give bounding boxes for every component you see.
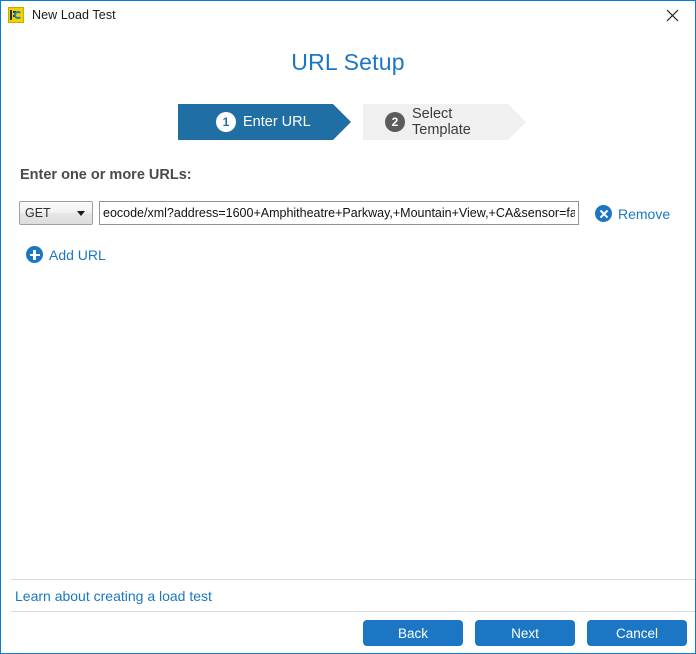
step-chevron-icon — [508, 104, 526, 140]
step-select-template[interactable]: 2 Select Template — [363, 104, 526, 140]
urls-field-label: Enter one or more URLs: — [20, 167, 192, 183]
step-label-enter-url: Enter URL — [243, 114, 311, 130]
step-number-1: 1 — [216, 112, 236, 132]
chevron-down-icon — [77, 211, 85, 216]
close-button[interactable] — [650, 1, 695, 29]
step-label-select-template: Select Template — [412, 106, 471, 138]
close-circle-icon — [595, 205, 612, 222]
step-enter-url[interactable]: 1 Enter URL — [178, 104, 351, 140]
remove-url-label: Remove — [618, 205, 671, 222]
new-load-test-dialog: New Load Test URL Setup 1 Enter URL 2 Se… — [0, 0, 696, 654]
window-title: New Load Test — [32, 8, 116, 22]
footer-separator-top — [11, 579, 695, 580]
remove-url-button[interactable]: Remove — [595, 205, 670, 222]
http-method-value: GET — [25, 206, 51, 220]
page-title: URL Setup — [291, 49, 405, 75]
back-button[interactable]: Back — [363, 620, 463, 646]
plus-circle-icon — [26, 246, 43, 263]
close-icon — [666, 9, 679, 21]
next-button[interactable]: Next — [475, 620, 575, 646]
footer-separator-bottom — [11, 611, 695, 612]
cancel-button[interactable]: Cancel — [587, 620, 687, 646]
title-bar: New Load Test — [1, 1, 695, 29]
step-chevron-icon — [333, 104, 351, 140]
url-row: GET — [19, 201, 579, 225]
learn-about-load-test-link[interactable]: Learn about creating a load test — [15, 588, 212, 604]
load-test-icon — [8, 7, 24, 23]
footer-buttons: Back Next Cancel — [363, 620, 687, 646]
add-url-label: Add URL — [49, 246, 106, 263]
http-method-select[interactable]: GET — [19, 201, 93, 225]
wizard-stepper: 1 Enter URL 2 Select Template — [178, 104, 526, 140]
add-url-button[interactable]: Add URL — [26, 246, 106, 263]
url-input[interactable] — [99, 201, 579, 225]
step-number-2: 2 — [385, 112, 405, 132]
